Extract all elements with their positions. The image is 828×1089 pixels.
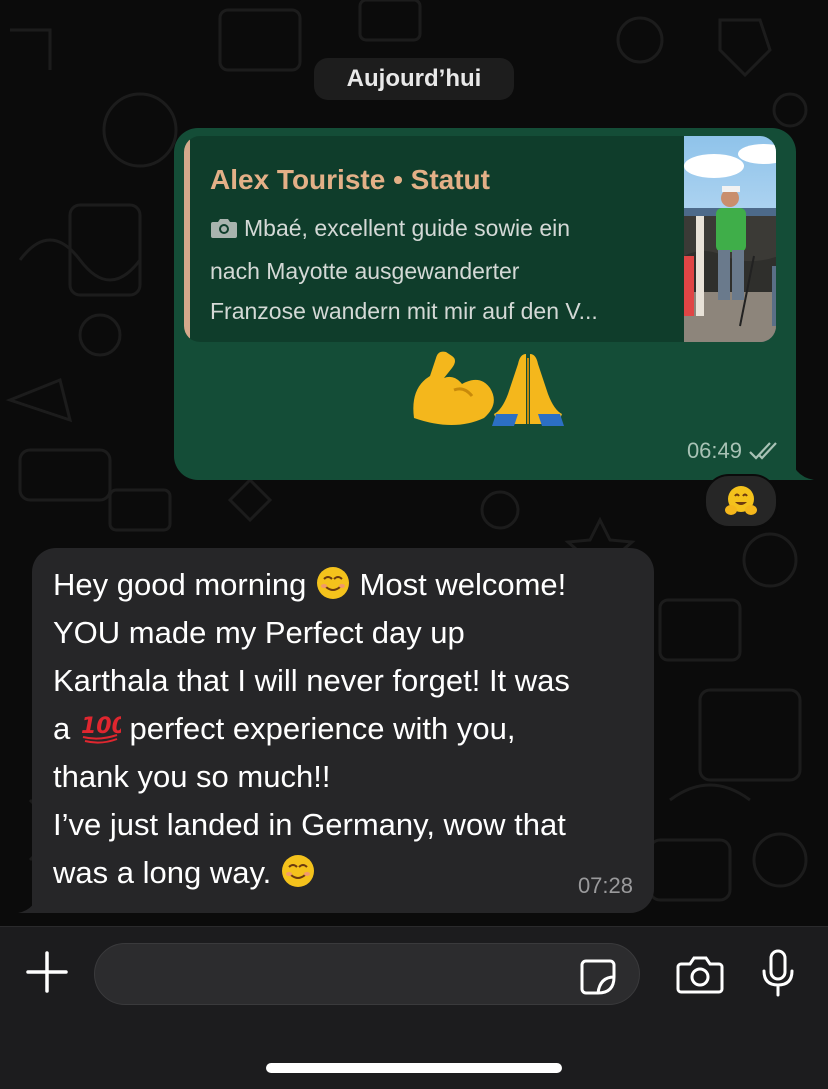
outgoing-message-bubble[interactable]: Alex Touriste • Statut Mbaé, excellent g…: [174, 128, 796, 480]
smiling-face-emoji: [316, 567, 349, 599]
hundred-points-emoji: 100: [81, 714, 121, 744]
incoming-bubble-tail: [18, 885, 40, 913]
message-line: Karthala that I will never forget! It wa…: [53, 663, 570, 698]
outgoing-message-time: 06:49: [686, 438, 742, 463]
quoted-caption: Mbaé, excellent guide sowie ein nach May…: [210, 208, 650, 331]
folded-hands-emoji: [492, 354, 564, 426]
double-check-icon: [749, 442, 777, 460]
message-line: YOU made my Perfect day up: [53, 615, 465, 650]
date-separator-label: Aujourd’hui: [346, 65, 482, 92]
camera-icon: [210, 211, 238, 251]
camera-icon[interactable]: [676, 955, 724, 995]
flexed-biceps-emoji: [413, 351, 494, 425]
incoming-message-time: 07:28: [577, 873, 633, 898]
caption-line: nach Mayotte ausgewanderter: [210, 258, 520, 284]
incoming-message-bubble[interactable]: Hey good morning Most welcome! YOU made …: [32, 548, 654, 913]
hiker-photo-thumbnail: [684, 136, 776, 342]
hugging-face-emoji: [725, 486, 757, 515]
message-line: I’ve just landed in Germany, wow that: [53, 807, 566, 842]
plus-icon[interactable]: [24, 949, 70, 995]
message-reaction[interactable]: [704, 474, 778, 528]
caption-line: Franzose wandern mit mir auf den V...: [210, 298, 598, 324]
message-composer: [0, 926, 828, 1089]
quoted-status[interactable]: Alex Touriste • Statut Mbaé, excellent g…: [184, 136, 776, 342]
message-line: thank you so much!!: [53, 759, 331, 794]
smiling-face-emoji: [281, 855, 314, 887]
caption-line: Mbaé, excellent guide sowie ein: [244, 215, 571, 241]
message-line: Hey good morning Most welcome!: [53, 567, 567, 602]
sticker-icon[interactable]: [578, 957, 618, 997]
home-indicator: [266, 1063, 562, 1073]
quote-accent-bar: [184, 136, 190, 342]
microphone-icon[interactable]: [760, 949, 796, 999]
outgoing-bubble-tail: [790, 452, 814, 480]
message-line: a 100 perfect experience with you,: [53, 711, 516, 746]
reply-emojis: [413, 351, 564, 426]
quoted-author: Alex Touriste • Statut: [210, 164, 490, 195]
message-input[interactable]: [94, 943, 640, 1005]
incoming-message-text: Hey good morning Most welcome! YOU made …: [53, 561, 643, 897]
date-separator: Aujourd’hui: [314, 58, 514, 100]
outgoing-message-meta: 06:49: [687, 438, 780, 464]
message-line: was a long way.: [53, 849, 643, 897]
